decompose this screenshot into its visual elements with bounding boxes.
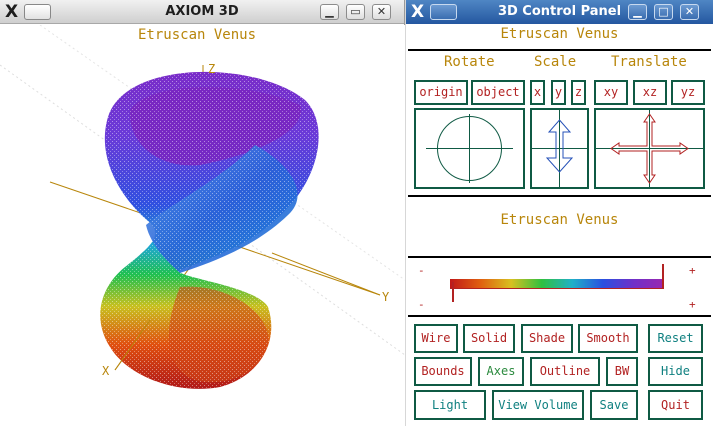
etruscan-venus-surface	[100, 71, 319, 389]
colormap-plus-bottom: +	[689, 298, 696, 311]
3d-viewport[interactable]: Etruscan Venus Z Y X	[0, 25, 405, 426]
smooth-button[interactable]: Smooth	[578, 324, 638, 353]
minimize-icon[interactable]: ▁	[628, 4, 647, 20]
colormap-max-slider[interactable]	[662, 264, 664, 288]
translate-yz-button[interactable]: yz	[671, 80, 705, 105]
x-axis-label: X	[102, 364, 110, 378]
control-panel: Etruscan Venus Rotate Scale Translate or…	[406, 24, 713, 426]
translate-dial[interactable]	[594, 108, 705, 189]
restore-icon[interactable]: ▭	[346, 4, 365, 20]
shade-button[interactable]: Shade	[521, 324, 573, 353]
divider	[408, 49, 711, 51]
scale-header: Scale	[534, 54, 577, 70]
viewport-title: Etruscan Venus	[138, 27, 256, 43]
scale-dial[interactable]	[530, 108, 589, 189]
rotate-crosshair-icon	[426, 114, 513, 183]
rotate-origin-button[interactable]: origin	[414, 80, 468, 105]
wire-button[interactable]: Wire	[414, 324, 458, 353]
axiom-3d-titlebar[interactable]: X AXIOM 3D ▁ ▭ ✕	[0, 0, 404, 24]
control-panel-window: X 3D Control Panel ▁ □ ✕ Etruscan Venus …	[406, 0, 713, 426]
bw-button[interactable]: BW	[606, 357, 638, 386]
z-axis-label: Z	[208, 62, 215, 76]
rotate-object-button[interactable]: object	[471, 80, 525, 105]
colormap-min-slider[interactable]	[452, 282, 454, 302]
message-text: Etruscan Venus	[500, 212, 619, 228]
close-icon[interactable]: ✕	[680, 4, 699, 20]
bounds-button[interactable]: Bounds	[414, 357, 472, 386]
close-icon[interactable]: ✕	[372, 4, 391, 20]
quit-button[interactable]: Quit	[648, 390, 703, 420]
panel-title: Etruscan Venus	[500, 26, 619, 42]
axiom-3d-window: X AXIOM 3D ▁ ▭ ✕ Etruscan Venus Z Y X	[0, 0, 405, 426]
window-title: AXIOM 3D	[165, 4, 239, 19]
reset-button[interactable]: Reset	[648, 324, 703, 353]
colormap-baseline	[450, 288, 664, 289]
y-axis-label: Y	[382, 290, 390, 304]
rotate-dial[interactable]	[414, 108, 525, 189]
solid-button[interactable]: Solid	[463, 324, 515, 353]
save-button[interactable]: Save	[590, 390, 638, 420]
outline-button[interactable]: Outline	[530, 357, 600, 386]
light-button[interactable]: Light	[414, 390, 486, 420]
minimize-icon[interactable]: ▁	[320, 4, 339, 20]
divider	[408, 315, 711, 317]
colormap-plus-top: +	[689, 264, 696, 277]
scale-arrows-icon	[532, 110, 587, 187]
translate-xy-button[interactable]: xy	[594, 80, 628, 105]
control-panel-titlebar[interactable]: X 3D Control Panel ▁ □ ✕	[406, 0, 713, 24]
divider	[408, 256, 711, 258]
maximize-icon[interactable]: □	[654, 4, 673, 20]
divider	[408, 195, 711, 197]
hide-button[interactable]: Hide	[648, 357, 703, 386]
translate-arrows-icon	[596, 110, 703, 187]
colormap-minus-top: -	[418, 264, 425, 277]
colormap-bar[interactable]	[450, 279, 664, 288]
view-volume-button[interactable]: View Volume	[492, 390, 584, 420]
scale-x-button[interactable]: x	[530, 80, 545, 105]
colormap-minus-bottom: -	[418, 298, 425, 311]
rotate-header: Rotate	[444, 54, 495, 70]
scale-y-button[interactable]: y	[551, 80, 566, 105]
translate-xz-button[interactable]: xz	[633, 80, 667, 105]
surface-render[interactable]: Etruscan Venus Z Y X	[0, 25, 405, 426]
scale-z-button[interactable]: z	[571, 80, 586, 105]
translate-header: Translate	[611, 54, 687, 70]
axes-button[interactable]: Axes	[478, 357, 524, 386]
